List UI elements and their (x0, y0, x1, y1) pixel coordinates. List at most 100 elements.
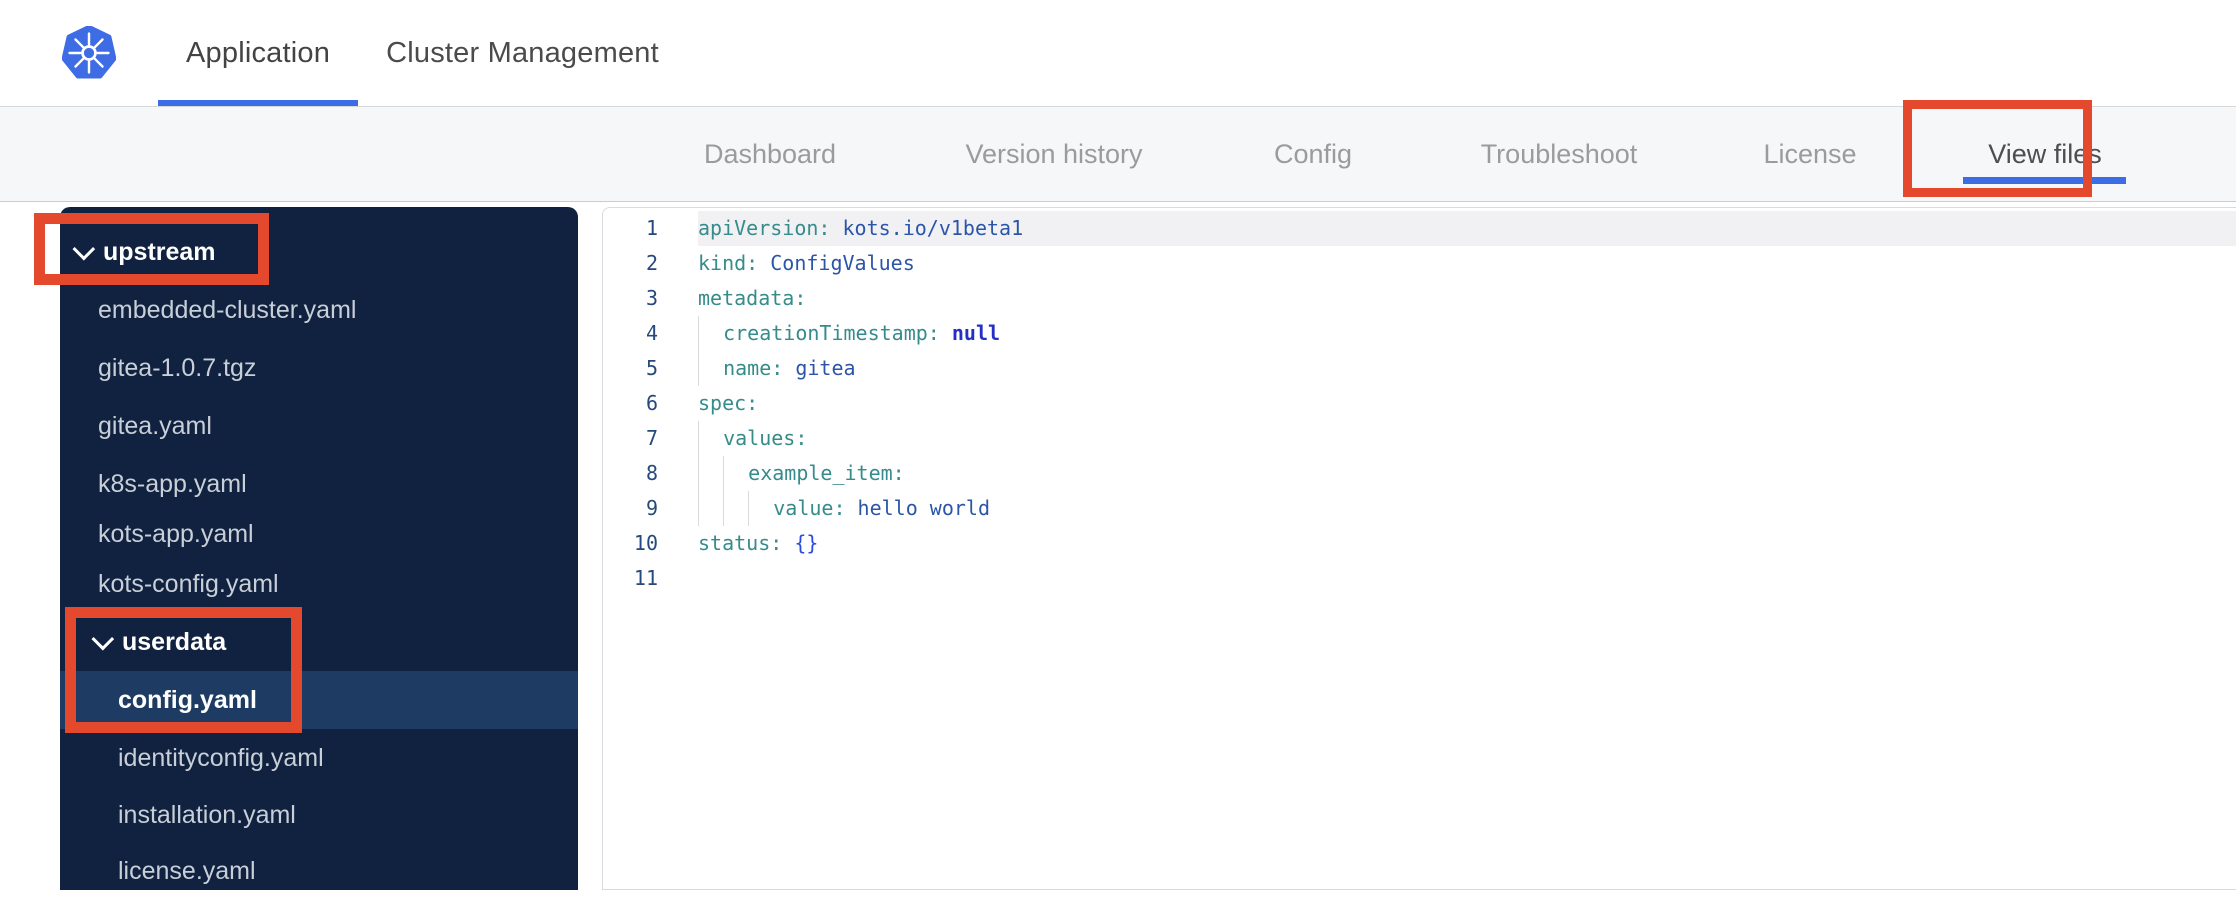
chevron-down-icon (91, 627, 115, 651)
indent-guide (723, 456, 748, 491)
header-tab-cluster-management[interactable]: Cluster Management (358, 0, 687, 106)
sidebar-item-kots-config-yaml[interactable]: kots-config.yaml (60, 555, 578, 613)
sidebar-item-k8s-app-yaml[interactable]: k8s-app.yaml (60, 455, 578, 513)
code-token: creationTimestamp: (723, 321, 940, 345)
sidebar-item-config-yaml[interactable]: config.yaml (60, 671, 578, 729)
line-number: 7 (645, 426, 658, 450)
code-line-content: values: (698, 421, 2236, 456)
tree-item-label: config.yaml (118, 685, 257, 714)
indent-guide (698, 351, 723, 386)
line-number: 8 (645, 461, 658, 485)
sidebar-item-gitea-1-0-7-tgz[interactable]: gitea-1.0.7.tgz (60, 339, 578, 397)
tree-item-label: license.yaml (118, 856, 256, 885)
subnav-item-view-files[interactable]: View files (1988, 107, 2102, 201)
subnav-item-version-history[interactable]: Version history (965, 107, 1142, 201)
code-line-content: spec: (698, 386, 2236, 421)
code-line-5: 5 name: gitea (603, 351, 2236, 386)
active-tab-underline (158, 100, 359, 106)
tree-item-label: kots-config.yaml (98, 569, 279, 598)
sidebar-item-upstream[interactable]: upstream (60, 223, 578, 281)
code-line-4: 4 creationTimestamp: null (603, 316, 2236, 351)
code-line-content: value: hello world (698, 491, 2236, 526)
code-token: ConfigValues (770, 251, 915, 275)
code-line-11: 11 (603, 561, 2236, 596)
tree-item-label: userdata (122, 627, 227, 656)
code-token: hello world (857, 496, 990, 520)
tree-item-label: identityconfig.yaml (118, 743, 324, 772)
indent-guide (698, 421, 723, 456)
tree-item-label: kots-app.yaml (98, 519, 254, 548)
sidebar-item-kots-app-yaml[interactable]: kots-app.yaml (60, 513, 578, 555)
subnav-item-license[interactable]: License (1763, 107, 1856, 201)
code-line-6: 6 spec: (603, 386, 2236, 421)
subnav-item-dashboard[interactable]: Dashboard (704, 107, 836, 201)
code-editor[interactable]: 1 apiVersion: kots.io/v1beta1 2 kind: Confi… (602, 207, 2236, 890)
line-number: 9 (645, 496, 658, 520)
app-header: Application Cluster Management (0, 0, 2236, 107)
tree-item-label: installation.yaml (118, 800, 296, 829)
code-line-9: 9 value: hello world (603, 491, 2236, 526)
line-number: 2 (645, 251, 658, 275)
indent-guide (723, 491, 748, 526)
indent-guide (698, 491, 723, 526)
file-tree-sidebar: upstream embedded-cluster.yaml gitea-1.0.7… (60, 207, 578, 890)
indent-guide (698, 456, 723, 491)
code-line-1: 1 apiVersion: kots.io/v1beta1 (603, 211, 2236, 246)
code-token: kots.io/v1beta1 (842, 216, 1024, 240)
tree-item-label: k8s-app.yaml (98, 469, 247, 498)
line-number: 6 (645, 391, 658, 415)
chevron-down-icon (72, 237, 96, 261)
code-token: example_item: (748, 461, 905, 485)
code-token: values: (723, 426, 808, 450)
view-files-active-underline (1963, 177, 2126, 184)
code-token: value: (773, 496, 846, 520)
code-line-content: name: gitea (698, 351, 2236, 386)
header-tab-label: Cluster Management (386, 36, 659, 69)
subnav-item-troubleshoot[interactable]: Troubleshoot (1481, 107, 1638, 201)
code-token: metadata: (698, 286, 807, 310)
sidebar-item-license-yaml[interactable]: license.yaml (60, 843, 578, 899)
sidebar-item-embedded-cluster-yaml[interactable]: embedded-cluster.yaml (60, 281, 578, 339)
header-tab-label: Application (186, 36, 331, 69)
code-line-content: status: {} (698, 526, 2236, 561)
code-line-content: creationTimestamp: null (698, 316, 2236, 351)
code-token: spec: (698, 391, 759, 415)
header-tab-application[interactable]: Application (158, 0, 359, 106)
subnav-item-config[interactable]: Config (1274, 107, 1352, 201)
header-tabs: Application Cluster Management (158, 0, 687, 106)
line-number: 11 (633, 566, 658, 590)
sidebar-item-identityconfig-yaml[interactable]: identityconfig.yaml (60, 729, 578, 787)
line-number: 3 (645, 286, 658, 310)
tree-item-label: gitea-1.0.7.tgz (98, 353, 257, 382)
code-token: {} (794, 531, 819, 555)
line-number: 1 (645, 216, 658, 240)
code-line-content: example_item: (698, 456, 2236, 491)
indent-guide (748, 491, 773, 526)
code-token: name: (723, 356, 784, 380)
code-line-content: kind: ConfigValues (698, 246, 2236, 281)
line-number: 4 (645, 321, 658, 345)
tree-item-label: embedded-cluster.yaml (98, 295, 357, 324)
code-line-7: 7 values: (603, 421, 2236, 456)
line-number: 10 (633, 531, 658, 555)
indent-guide (698, 316, 723, 351)
sidebar-item-installation-yaml[interactable]: installation.yaml (60, 787, 578, 843)
code-token: null (951, 321, 1001, 345)
code-line-content: metadata: (698, 281, 2236, 316)
sidebar-item-userdata[interactable]: userdata (60, 613, 578, 671)
line-number: 5 (645, 356, 658, 380)
code-line-content: apiVersion: kots.io/v1beta1 (698, 211, 2236, 246)
sidebar-item-gitea-yaml[interactable]: gitea.yaml (60, 397, 578, 455)
code-token: kind: (698, 251, 759, 275)
code-token: gitea (795, 356, 856, 380)
app-subnav: Dashboard Version history Config Troublesho… (0, 107, 2236, 202)
code-line-2: 2 kind: ConfigValues (603, 246, 2236, 281)
code-token: apiVersion: (698, 216, 831, 240)
tree-item-label: upstream (103, 237, 216, 266)
code-line-content (698, 561, 2236, 596)
